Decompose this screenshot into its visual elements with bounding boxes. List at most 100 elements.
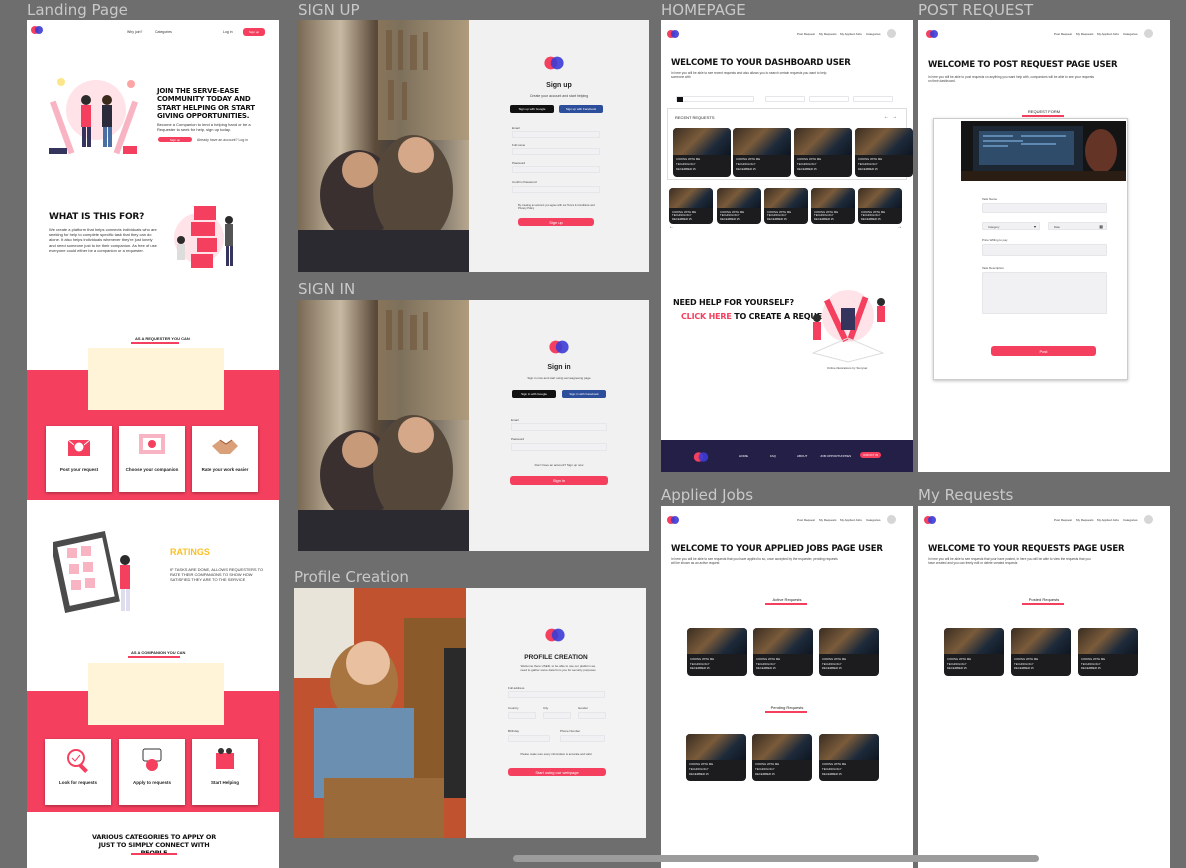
home-avatar[interactable] (887, 29, 896, 38)
applied-nav-post[interactable]: Post Request (797, 518, 815, 522)
request-card[interactable]: CODING WITH ME TECHNOLOGY DECEMBER 15 (855, 128, 913, 177)
request-card[interactable]: CODING WITH ME TECHNOLOGY DECEMBER 15 (686, 734, 746, 781)
home-footer-logo-icon[interactable] (693, 451, 709, 463)
applied-nav-categories[interactable]: Categories (866, 518, 881, 522)
home-date-select[interactable] (809, 96, 849, 102)
profile-gender-input[interactable] (578, 712, 606, 719)
myreq-nav-myreq[interactable]: My Requests (1076, 518, 1094, 522)
nav-categories[interactable]: Categories (155, 30, 172, 34)
comp-card-look[interactable]: Look for requests (45, 739, 111, 805)
signin-google-button[interactable]: Sign in with Google (512, 390, 556, 398)
home-help-click-here[interactable]: CLICK HERE (681, 312, 732, 321)
req-card-post[interactable]: Post your request (46, 426, 112, 492)
request-card[interactable]: CODING WITH ME TECHNOLOGY DECEMBER 15 (717, 188, 761, 224)
myreq-nav-post[interactable]: Post Request (1054, 518, 1072, 522)
myreq-nav-applied[interactable]: My Applied Jobs (1097, 518, 1119, 522)
profile-birthday-input[interactable] (508, 735, 550, 742)
post-price-input[interactable] (982, 244, 1107, 256)
request-card[interactable]: CODING WITH ME TECHNOLOGY DECEMBER 15 (752, 734, 812, 781)
home-row2-next-icon[interactable]: → (897, 224, 902, 230)
signup-confirm-input[interactable] (512, 186, 600, 193)
request-card[interactable]: CODING WITH ME TECHNOLOGY DECEMBER 15 (1011, 628, 1071, 676)
request-card[interactable]: CODING WITH ME TECHNOLOGY DECEMBER 15 (687, 628, 747, 676)
post-nav-myreq[interactable]: My Requests (1076, 32, 1094, 36)
applied-logo-icon[interactable] (667, 515, 679, 525)
signup-submit-button[interactable]: Sign up (518, 218, 594, 226)
signin-email-input[interactable] (511, 423, 607, 431)
post-category-select[interactable]: Category ▾ (982, 222, 1040, 230)
signup-facebook-button[interactable]: Sign up with Facebook (559, 105, 603, 113)
signup-email-input[interactable] (512, 131, 600, 138)
request-card[interactable]: CODING WITH ME TECHNOLOGY DECEMBER 15 (811, 188, 855, 224)
post-description-textarea[interactable] (982, 272, 1107, 314)
nav-signup-button[interactable]: Sign up (243, 28, 265, 36)
request-card[interactable]: CODING WITH ME TECHNOLOGY DECEMBER 15 (819, 734, 879, 781)
req-card-choose[interactable]: Choose your companion (119, 426, 185, 492)
request-card[interactable]: CODING WITH ME TECHNOLOGY DECEMBER 15 (753, 628, 813, 676)
home-prev-arrow-icon[interactable]: ← (884, 114, 889, 120)
home-row2-prev-icon[interactable]: ← (669, 224, 674, 230)
request-card[interactable]: CODING WITH ME TECHNOLOGY DECEMBER 15 (669, 188, 713, 224)
companion-heading: AS A COMPANION YOU CAN (131, 650, 186, 655)
post-date-input[interactable]: Date ▦ (1048, 222, 1107, 230)
hero-login-link[interactable]: Already have an account? Log in (197, 138, 248, 142)
home-category-select[interactable] (765, 96, 805, 102)
footer-contact-button[interactable]: CONTACT US (860, 452, 881, 458)
footer-faq-link[interactable]: FAQ (770, 454, 776, 458)
myreq-nav-categories[interactable]: Categories (1123, 518, 1138, 522)
post-avatar[interactable] (1144, 29, 1153, 38)
home-nav-applied[interactable]: My Applied Jobs (840, 32, 862, 36)
myreq-avatar[interactable] (1144, 515, 1153, 524)
post-nav-post[interactable]: Post Request (1054, 32, 1072, 36)
profile-country-input[interactable] (508, 712, 536, 719)
signin-submit-button[interactable]: Sign in (510, 476, 608, 485)
home-next-arrow-icon[interactable]: → (892, 114, 897, 120)
home-nav-post[interactable]: Post Request (797, 32, 815, 36)
request-card[interactable]: CODING WITH ME TECHNOLOGY DECEMBER 15 (673, 128, 731, 177)
home-price-select[interactable] (853, 96, 893, 102)
profile-phone-input[interactable] (560, 735, 605, 742)
post-nav-applied[interactable]: My Applied Jobs (1097, 32, 1119, 36)
comp-card-apply[interactable]: Apply to requests (119, 739, 185, 805)
request-card[interactable]: CODING WITH ME TECHNOLOGY DECEMBER 15 (764, 188, 808, 224)
home-nav-categories[interactable]: Categories (866, 32, 881, 36)
signup-google-button[interactable]: Sign up with Google (510, 105, 554, 113)
horizontal-scrollbar[interactable] (513, 855, 1039, 862)
post-nav-categories[interactable]: Categories (1123, 32, 1138, 36)
home-nav-myreq[interactable]: My Requests (819, 32, 837, 36)
logo-icon[interactable] (31, 25, 43, 35)
request-card[interactable]: CODING WITH ME TECHNOLOGY DECEMBER 15 (733, 128, 791, 177)
request-card[interactable]: CODING WITH ME TECHNOLOGY DECEMBER 15 (858, 188, 902, 224)
request-card[interactable]: CODING WITH ME TECHNOLOGY DECEMBER 15 (819, 628, 879, 676)
signin-register-link[interactable]: Don't have an account? Sign up now (469, 463, 649, 467)
profile-address-input[interactable] (508, 691, 605, 698)
nav-why-join[interactable]: Why join? (127, 30, 142, 34)
profile-start-button[interactable]: Start using our webpage (508, 768, 606, 776)
post-submit-button[interactable]: Post (991, 346, 1096, 356)
applied-avatar[interactable] (887, 515, 896, 524)
signup-password-input[interactable] (512, 166, 600, 173)
home-logo-icon[interactable] (667, 29, 679, 39)
profile-city-input[interactable] (543, 712, 571, 719)
signin-facebook-button[interactable]: Sign in with Facebook (562, 390, 606, 398)
req-card-rate[interactable]: Rate your work easier (192, 426, 258, 492)
post-logo-icon[interactable] (926, 29, 938, 39)
request-card[interactable]: CODING WITH ME TECHNOLOGY DECEMBER 15 (1078, 628, 1138, 676)
applied-nav-applied[interactable]: My Applied Jobs (840, 518, 862, 522)
signin-password-input[interactable] (511, 443, 607, 451)
request-card[interactable]: CODING WITH ME TECHNOLOGY DECEMBER 15 (944, 628, 1004, 676)
request-card-image (669, 188, 713, 208)
nav-login[interactable]: Log in (223, 30, 233, 34)
post-taskname-input[interactable] (982, 203, 1107, 213)
footer-home-link[interactable]: HOME (739, 454, 748, 458)
myreq-logo-icon[interactable] (924, 515, 936, 525)
signup-terms-text[interactable]: By creating an account you agree with ou… (518, 204, 596, 210)
request-card[interactable]: CODING WITH ME TECHNOLOGY DECEMBER 15 (794, 128, 852, 177)
hero-signup-button[interactable]: Sign up (158, 137, 192, 142)
footer-jobs-link[interactable]: JOB OPPORTUNITIES (820, 454, 851, 458)
footer-about-link[interactable]: ABOUT (797, 454, 807, 458)
applied-nav-myreq[interactable]: My Requests (819, 518, 837, 522)
home-search-input[interactable] (676, 96, 754, 102)
comp-card-start[interactable]: Start Helping (192, 739, 258, 805)
signup-name-input[interactable] (512, 148, 600, 155)
